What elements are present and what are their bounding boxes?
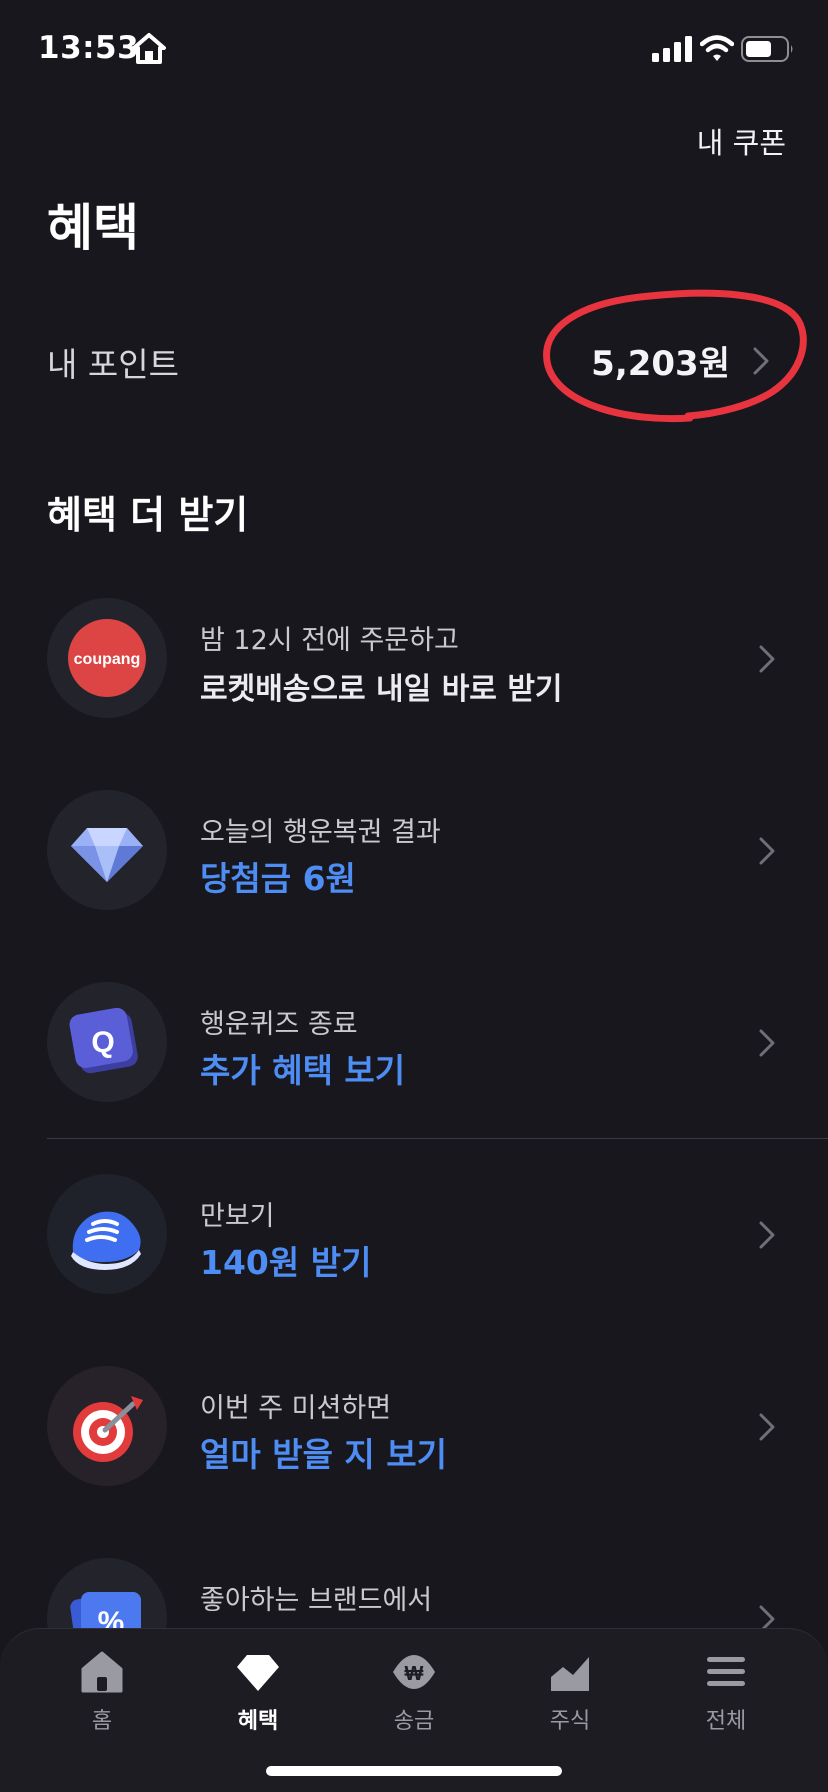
benefit-title: 로켓배송으로 내일 바로 받기 bbox=[200, 672, 563, 707]
status-bar: 13:53 bbox=[0, 0, 828, 100]
benefit-item-quiz[interactable]: Q 행운퀴즈 종료 추가 혜택 보기 bbox=[0, 978, 828, 1118]
benefit-item-lottery[interactable]: 오늘의 행운복권 결과 당첨금 6원 bbox=[0, 786, 828, 926]
signal-icon bbox=[652, 36, 692, 62]
benefit-subtitle: 좋아하는 브랜드에서 bbox=[200, 1585, 433, 1616]
points-value: 5,203원 bbox=[591, 344, 730, 384]
home-icon bbox=[132, 33, 166, 64]
home-indicator[interactable] bbox=[266, 1766, 562, 1776]
stock-chart-icon bbox=[551, 1657, 589, 1691]
sneaker-icon bbox=[47, 1174, 167, 1294]
chevron-right-icon bbox=[759, 1413, 775, 1441]
home-icon bbox=[81, 1651, 123, 1693]
svg-text:Q: Q bbox=[91, 1026, 114, 1059]
benefit-item-mission[interactable]: 이번 주 미션하면 얼마 받을 지 보기 bbox=[0, 1362, 828, 1502]
benefit-subtitle: 만보기 bbox=[200, 1201, 275, 1232]
coupang-logo-text: coupang bbox=[74, 651, 141, 668]
battery-icon bbox=[741, 36, 793, 62]
benefit-title: 얼마 받을 지 보기 bbox=[200, 1435, 447, 1474]
tab-label: 주식 bbox=[549, 1709, 591, 1734]
tab-stocks[interactable]: 주식 bbox=[510, 1641, 630, 1751]
benefit-title: 140원 받기 bbox=[200, 1243, 372, 1282]
benefits-screen: 13:53 내 쿠폰 혜택 내 포인트 5,203원 혜택 더 받기 coupa… bbox=[0, 0, 828, 1792]
benefit-subtitle: 오늘의 행운복권 결과 bbox=[200, 817, 441, 848]
list-divider bbox=[47, 1138, 828, 1139]
wifi-icon bbox=[700, 35, 734, 61]
chevron-right-icon bbox=[759, 837, 775, 865]
status-time: 13:53 bbox=[38, 30, 140, 66]
tab-benefits[interactable]: 혜택 bbox=[198, 1641, 318, 1751]
tab-home[interactable]: 홈 bbox=[42, 1641, 162, 1751]
target-icon bbox=[47, 1366, 167, 1486]
tab-label: 전체 bbox=[705, 1709, 747, 1734]
tab-all[interactable]: 전체 bbox=[666, 1641, 786, 1751]
benefit-subtitle: 행운퀴즈 종료 bbox=[200, 1009, 358, 1040]
page-title: 혜택 bbox=[47, 199, 139, 257]
benefit-item-pedometer[interactable]: 만보기 140원 받기 bbox=[0, 1170, 828, 1310]
coupang-icon: coupang bbox=[47, 598, 167, 718]
tab-label: 홈 bbox=[91, 1709, 113, 1734]
quiz-q-icon: Q bbox=[47, 982, 167, 1102]
diamond-icon bbox=[237, 1655, 279, 1691]
tab-label: 혜택 bbox=[237, 1709, 279, 1734]
points-label: 내 포인트 bbox=[47, 345, 179, 384]
benefit-subtitle: 밤 12시 전에 주문하고 bbox=[200, 625, 459, 656]
my-points-row[interactable]: 내 포인트 5,203원 bbox=[0, 320, 828, 400]
benefit-title: 당첨금 6원 bbox=[200, 859, 356, 898]
menu-icon bbox=[707, 1657, 745, 1686]
won-transfer-icon: ₩ bbox=[393, 1655, 435, 1689]
chevron-right-icon bbox=[759, 645, 775, 673]
tab-label: 송금 bbox=[393, 1709, 435, 1734]
section-title: 혜택 더 받기 bbox=[47, 493, 249, 537]
benefit-subtitle: 이번 주 미션하면 bbox=[200, 1393, 392, 1424]
chevron-right-icon bbox=[753, 347, 769, 375]
chevron-right-icon bbox=[759, 1029, 775, 1057]
tab-transfer[interactable]: ₩ 송금 bbox=[354, 1641, 474, 1751]
benefit-title: 추가 혜택 보기 bbox=[200, 1051, 406, 1090]
diamond-icon bbox=[47, 790, 167, 910]
benefit-item-coupang[interactable]: coupang 밤 12시 전에 주문하고 로켓배송으로 내일 바로 받기 bbox=[0, 594, 828, 734]
my-coupon-link[interactable]: 내 쿠폰 bbox=[697, 120, 786, 162]
chevron-right-icon bbox=[759, 1221, 775, 1249]
svg-text:₩: ₩ bbox=[405, 1663, 424, 1685]
